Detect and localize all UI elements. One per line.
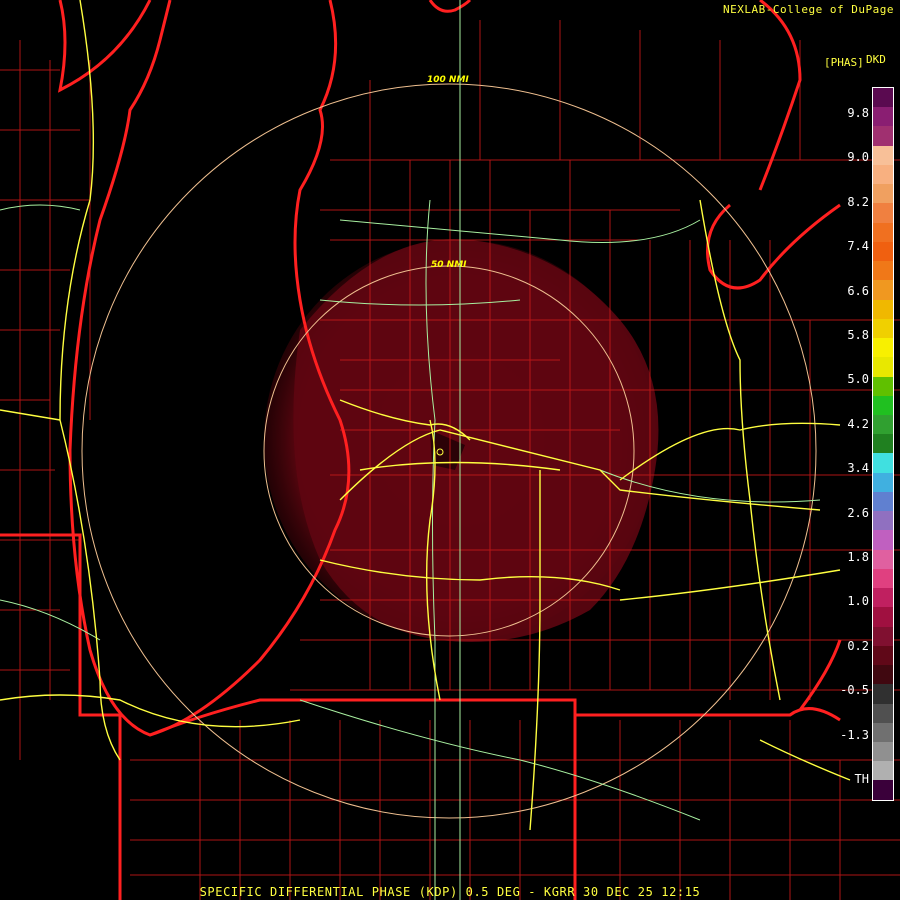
legend-tick-label: 5.8: [847, 328, 869, 342]
legend-swatch: [873, 261, 893, 281]
legend-tick-label: TH: [854, 772, 869, 786]
legend-tick-label: 6.6: [847, 283, 869, 298]
legend-tick-label: -1.3: [840, 727, 869, 742]
legend-swatch: [873, 607, 893, 627]
legend-tick-label: 9.8: [847, 106, 869, 120]
legend-swatch: [873, 780, 893, 800]
legend-swatch: [873, 568, 893, 589]
radar-echo-field: [264, 239, 659, 642]
legend-swatch: [873, 126, 893, 146]
legend-swatch: [873, 549, 893, 569]
product-caption: SPECIFIC DIFFERENTIAL PHASE (KDP) 0.5 DE…: [199, 885, 701, 899]
legend-swatch: [873, 222, 893, 242]
legend-swatch: [873, 299, 893, 319]
legend-swatch: [873, 491, 893, 512]
legend-swatch: [873, 164, 893, 185]
legend-swatch: [873, 88, 893, 108]
legend-swatch: [873, 338, 893, 358]
legend-swatch: [873, 357, 893, 377]
legend-swatch: [873, 588, 893, 608]
legend-tick-label: 3.4: [847, 461, 869, 476]
legend-swatch: [873, 626, 893, 646]
county-borders: [0, 20, 900, 900]
legend-color-bar: [872, 87, 894, 801]
legend-swatch: [873, 318, 893, 339]
legend-swatch: [873, 453, 893, 473]
legend-swatch: [873, 722, 893, 742]
legend-swatch: [873, 395, 893, 415]
legend-swatch: [873, 530, 893, 550]
legend-swatch: [873, 703, 893, 723]
legend-tick-label: 9.0: [847, 150, 869, 165]
legend-swatch: [873, 241, 893, 262]
legend-swatch: [873, 434, 893, 454]
legend-swatch: [873, 511, 893, 531]
legend-swatch: [873, 280, 893, 300]
legend-swatch: [873, 472, 893, 492]
legend-swatch: [873, 376, 893, 396]
legend-swatch: [873, 741, 893, 762]
legend-tick-labels: 9.8 9.0 8.2 7.4 6.6 5.8 5.0 4.2 3.4 2.6 1.8 1.0 0.2 -…: [815, 0, 871, 900]
legend-swatch: [873, 107, 893, 127]
legend-tick-label: 4.2: [847, 416, 869, 431]
legend-tick-label: -0.5: [840, 683, 869, 698]
range-ring-100-label: 100 NMI: [427, 75, 469, 85]
legend-tick-label: 1.0: [847, 594, 869, 609]
range-ring-50-label: 50 NMI: [431, 260, 467, 270]
legend-swatch: [873, 184, 893, 204]
legend-tick-label: 2.6: [847, 505, 869, 520]
legend-swatch: [873, 203, 893, 223]
legend-tick-label: 0.2: [847, 638, 869, 653]
legend-tick-label: 1.8: [847, 550, 869, 564]
legend-tick-label: 8.2: [847, 194, 869, 209]
legend-swatch: [873, 145, 893, 165]
legend-swatch: [873, 684, 893, 704]
legend-swatch: [873, 761, 893, 781]
radar-map: 100 NMI 50 NMI: [0, 0, 900, 900]
legend-tick-label: 7.4: [847, 239, 869, 254]
legend-swatch: [873, 414, 893, 435]
legend-swatch: [873, 665, 893, 685]
legend-tick-label: 5.0: [847, 372, 869, 387]
legend-swatch: [873, 645, 893, 666]
